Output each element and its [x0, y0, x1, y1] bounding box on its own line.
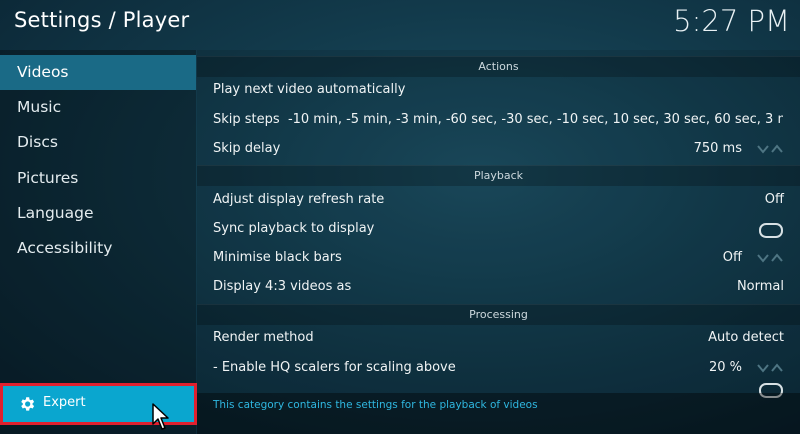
description-text: This category contains the settings for …	[213, 399, 538, 411]
spinner-arrows-icon[interactable]	[756, 142, 784, 156]
sidebar: Videos Music Discs Pictures Language Acc…	[0, 50, 196, 434]
setting-row-sync-playback[interactable]: Sync playback to display	[197, 215, 800, 244]
sidebar-item-language[interactable]: Language	[0, 196, 196, 231]
setting-row-black-bars[interactable]: Minimise black bars Off	[197, 244, 800, 273]
setting-value: Auto detect	[708, 330, 784, 345]
spinner-arrows-icon[interactable]	[756, 361, 784, 375]
sync-playback-toggle[interactable]	[759, 223, 783, 238]
section-header-processing: Processing	[197, 304, 800, 325]
mouse-pointer-icon	[152, 403, 169, 430]
setting-row-refresh-rate[interactable]: Adjust display refresh rate Off	[197, 186, 800, 215]
setting-row-display-43[interactable]: Display 4:3 videos as Normal	[197, 273, 800, 302]
section-header-playback: Playback	[197, 165, 800, 186]
sidebar-item-accessibility[interactable]: Accessibility	[0, 231, 196, 266]
sidebar-item-videos[interactable]: Videos	[0, 55, 196, 90]
setting-label: Sync playback to display	[213, 221, 375, 236]
description-bar: This category contains the settings for …	[197, 393, 800, 434]
spinner-arrows-icon[interactable]	[756, 251, 784, 265]
setting-row-play-next[interactable]: Play next video automatically	[197, 76, 800, 105]
setting-label: Minimise black bars	[213, 250, 342, 265]
setting-value: -10 min, -5 min, -3 min, -60 sec, -30 se…	[287, 112, 783, 127]
setting-label: Render method	[213, 330, 314, 345]
setting-label: Skip delay	[213, 141, 281, 156]
settings-level-label: Expert	[43, 395, 86, 410]
sidebar-item-music[interactable]: Music	[0, 90, 196, 125]
section-header-actions: Actions	[197, 56, 800, 77]
sidebar-item-discs[interactable]: Discs	[0, 125, 196, 160]
setting-label: Display 4:3 videos as	[213, 279, 352, 294]
setting-value: Off	[722, 250, 742, 265]
clock: 5:27 PM	[673, 4, 790, 38]
setting-row-hq-scalers[interactable]: - Enable HQ scalers for scaling above 20…	[197, 354, 800, 383]
gear-icon	[21, 397, 35, 411]
setting-label: Adjust display refresh rate	[213, 192, 385, 207]
settings-list: Actions Play next video automatically Sk…	[197, 50, 800, 434]
sidebar-item-pictures[interactable]: Pictures	[0, 161, 196, 196]
setting-row-skip-steps[interactable]: Skip steps -10 min, -5 min, -3 min, -60 …	[197, 106, 800, 135]
setting-label: Skip steps -10 min, -5 min, -3 min, -60 …	[213, 112, 783, 127]
setting-value: 750 ms	[693, 141, 742, 156]
setting-row-render-method[interactable]: Render method Auto detect	[197, 324, 800, 353]
setting-label: - Enable HQ scalers for scaling above	[213, 360, 456, 375]
setting-label: Play next video automatically	[213, 82, 406, 97]
setting-row-skip-delay[interactable]: Skip delay 750 ms	[197, 135, 800, 164]
setting-value: 20 %	[708, 360, 742, 375]
setting-value: Normal	[736, 279, 784, 294]
page-title: Settings / Player	[14, 8, 190, 32]
setting-value: Off	[764, 192, 784, 207]
header: Settings / Player 5:27 PM	[0, 0, 800, 50]
